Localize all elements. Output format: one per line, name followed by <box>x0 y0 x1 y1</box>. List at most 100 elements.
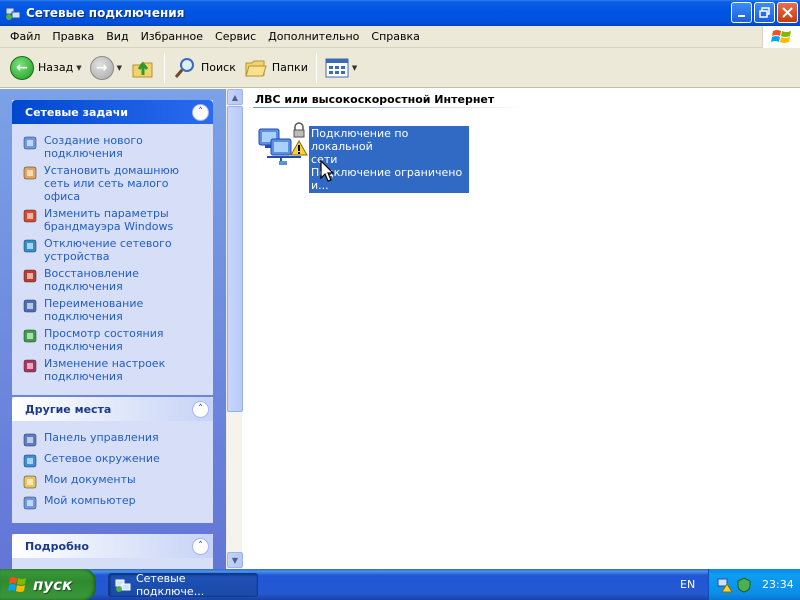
task-link[interactable]: Восстановление подключения <box>22 267 213 293</box>
expand-icon[interactable]: ˄ <box>192 537 209 555</box>
windows-start-icon <box>8 576 26 592</box>
network-connections-icon <box>5 7 21 20</box>
forward-dropdown-icon[interactable]: ▼ <box>117 64 122 72</box>
other-places-header[interactable]: Другие места ˄ <box>12 397 213 421</box>
task-label: Просмотр состояния подключения <box>44 327 164 353</box>
menu-tools[interactable]: Сервис <box>209 28 262 46</box>
local-area-connection[interactable]: Подключение по локальной сети Подключени… <box>257 117 469 193</box>
clock[interactable]: 23:34 <box>762 578 794 591</box>
menu-favorites[interactable]: Избранное <box>135 28 209 46</box>
search-label: Поиск <box>201 61 236 74</box>
taskbar-window-button[interactable]: Сетевые подключе... <box>108 571 258 598</box>
window-title: Сетевые подключения <box>26 6 185 20</box>
my-computer-icon <box>22 495 38 511</box>
menu-advanced[interactable]: Дополнительно <box>262 28 365 46</box>
toolbar-separator <box>164 52 165 83</box>
settings-icon <box>22 358 38 374</box>
minimize-button[interactable] <box>731 2 752 23</box>
repair-icon <box>22 268 38 284</box>
group-header: ЛВС или высокоскоростной Интернет <box>255 93 495 106</box>
back-button[interactable]: ← Назад ▼ <box>6 52 86 84</box>
other-places-list: Панель управления Сетевое окружение Мои до… <box>12 421 213 523</box>
new-connection-icon <box>22 135 38 151</box>
panel-title: Сетевые задачи <box>25 105 128 119</box>
collapse-icon[interactable]: ˄ <box>192 400 209 418</box>
control-panel-icon <box>22 432 38 448</box>
task-link[interactable]: Изменить параметры брандмауэра Windows <box>22 207 213 233</box>
start-button[interactable]: пуск <box>0 569 96 600</box>
toolbar-separator <box>315 52 317 83</box>
views-dropdown-icon[interactable]: ▼ <box>352 64 357 72</box>
menu-help[interactable]: Справка <box>365 28 425 46</box>
task-link[interactable]: Установить домашнюю сеть или сеть малого… <box>22 164 213 203</box>
forward-arrow-icon: → <box>89 55 114 80</box>
rename-icon <box>22 298 38 314</box>
task-label: Изменение настроек подключения <box>44 357 166 383</box>
task-link[interactable]: Просмотр состояния подключения <box>22 327 213 353</box>
title-bar[interactable]: Сетевые подключения <box>0 0 800 26</box>
views-button[interactable]: ▼ <box>321 52 361 84</box>
menu-edit[interactable]: Правка <box>46 28 100 46</box>
task-link[interactable]: Мой компьютер <box>22 494 213 511</box>
task-label: Восстановление подключения <box>44 267 139 293</box>
language-indicator[interactable]: EN <box>680 578 695 591</box>
task-label: Переименование подключения <box>44 297 144 323</box>
network-tasks-header[interactable]: Сетевые задачи ˄ <box>12 100 213 124</box>
menu-bar: Файл Правка Вид Избранное Сервис Дополни… <box>0 26 800 48</box>
network-warning-tray-icon[interactable] <box>717 577 733 593</box>
task-label: Мои документы <box>44 473 136 486</box>
task-pane-scrollbar[interactable]: ▲ ▼ <box>226 89 243 569</box>
scroll-up-icon[interactable]: ▲ <box>227 89 243 105</box>
network-tasks-list: Создание нового подключения Установить до… <box>12 124 213 395</box>
task-label: Панель управления <box>44 431 159 444</box>
back-label: Назад <box>38 61 74 74</box>
task-link[interactable]: Переименование подключения <box>22 297 213 323</box>
scroll-thumb[interactable] <box>227 106 243 412</box>
minimize-icon <box>737 14 745 17</box>
panel-title: Подробно <box>25 539 89 553</box>
network-connections-icon <box>115 579 131 592</box>
task-pane: Сетевые задачи ˄ Создание нового подключ… <box>0 89 226 569</box>
task-label: Сетевое окружение <box>44 452 160 465</box>
close-button[interactable] <box>777 2 798 23</box>
back-dropdown-icon[interactable]: ▼ <box>76 64 81 72</box>
taskbar: пуск Сетевые подключе... EN 23:34 <box>0 569 800 600</box>
task-label: Отключение сетевого устройства <box>44 237 172 263</box>
search-icon <box>174 57 194 78</box>
panel-title: Другие места <box>25 402 112 416</box>
home-network-icon <box>22 165 38 181</box>
task-link[interactable]: Сетевое окружение <box>22 452 213 469</box>
task-label: Установить домашнюю сеть или сеть малого… <box>44 164 179 203</box>
task-link[interactable]: Изменение настроек подключения <box>22 357 213 383</box>
group-divider <box>253 107 528 108</box>
up-button[interactable] <box>126 52 160 84</box>
menu-file[interactable]: Файл <box>4 28 46 46</box>
forward-button[interactable]: → ▼ <box>86 52 126 84</box>
toolbar: ← Назад ▼ → ▼ Поиск Папки ▼ <box>0 48 800 88</box>
folders-label: Папки <box>271 61 308 74</box>
security-tray-icon[interactable] <box>736 576 752 593</box>
search-button[interactable]: Поиск <box>169 52 240 84</box>
maximize-button[interactable] <box>754 2 775 23</box>
folders-button[interactable]: Папки <box>240 52 312 84</box>
collapse-icon[interactable]: ˄ <box>192 103 209 121</box>
task-link[interactable]: Создание нового подключения <box>22 134 213 160</box>
network-places-icon <box>22 453 38 469</box>
my-documents-icon <box>22 474 38 490</box>
close-icon <box>782 7 793 18</box>
scroll-down-icon[interactable]: ▼ <box>227 552 243 568</box>
back-arrow-icon: ← <box>10 55 34 80</box>
folders-icon <box>245 60 267 76</box>
lan-connection-icon <box>258 122 308 165</box>
taskbar-window-label: Сетевые подключе... <box>135 571 205 598</box>
folder-up-icon <box>132 61 153 77</box>
task-label: Изменить параметры брандмауэра Windows <box>44 207 174 233</box>
status-icon <box>22 328 38 344</box>
task-link[interactable]: Мои документы <box>22 473 213 490</box>
menu-view[interactable]: Вид <box>100 28 134 46</box>
task-link[interactable]: Панель управления <box>22 431 213 448</box>
disable-device-icon <box>22 238 38 254</box>
task-link[interactable]: Отключение сетевого устройства <box>22 237 213 263</box>
windows-logo-icon <box>762 26 800 48</box>
details-header[interactable]: Подробно ˄ <box>12 534 213 558</box>
